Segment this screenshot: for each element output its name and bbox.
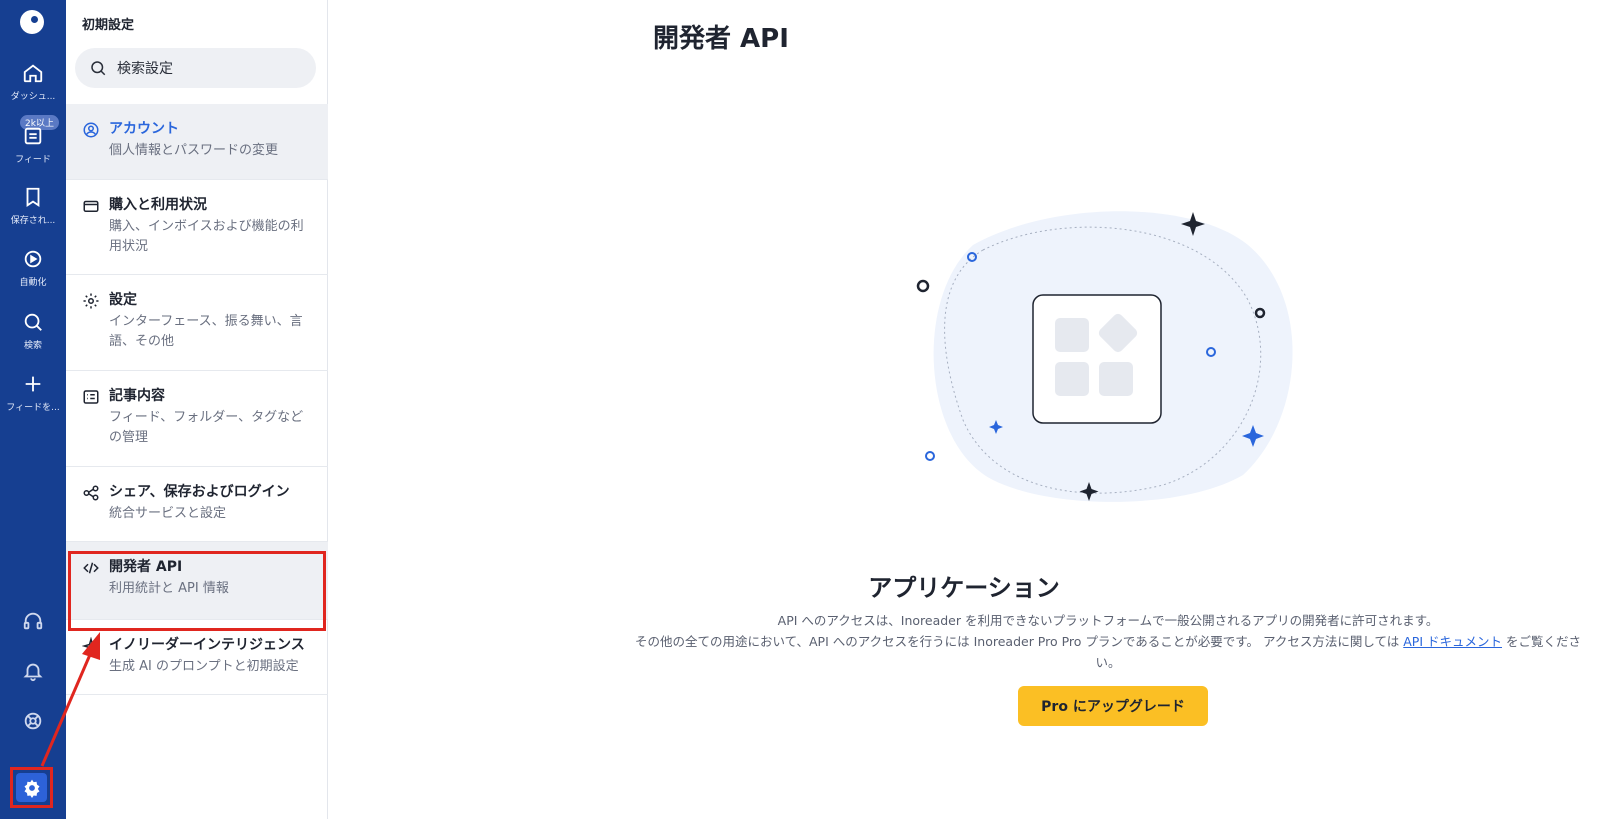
menu-item-content[interactable]: 記事内容 フィード、フォルダー、タグなどの管理 [66, 371, 328, 467]
menu-item-billing[interactable]: 購入と利用状況 購入、インボイスおよび機能の利用状況 [66, 180, 328, 275]
settings-search-input[interactable]: 検索設定 [75, 48, 316, 88]
home-icon [23, 64, 43, 83]
api-description: API へのアクセスは、Inoreader を利用できないプラットフォームで一般… [628, 610, 1588, 673]
rail-add-feed-label: フィードを... [6, 403, 60, 413]
menu-item-sub: インターフェース、振る舞い、言語、その他 [109, 314, 303, 349]
menu-item-title: シェア、保存およびログイン [109, 484, 290, 500]
menu-item-title: 記事内容 [109, 388, 165, 404]
rail-notifications[interactable] [0, 660, 66, 682]
tile [1055, 362, 1089, 396]
desc-line-2: その他の全ての用途において、API へのアクセスを行うには Inoreader … [635, 634, 1400, 649]
code-icon [83, 562, 99, 574]
feed-icon [24, 127, 42, 145]
api-illustration [916, 211, 1293, 502]
bell-icon [23, 663, 43, 682]
gear-icon [24, 779, 39, 798]
ring-dot [925, 451, 935, 461]
rail-feed[interactable]: フィード [0, 125, 66, 165]
menu-item-account[interactable]: アカウント 個人情報とパスワードの変更 [66, 104, 328, 180]
rail-settings-button[interactable] [10, 767, 53, 808]
search-icon [24, 313, 42, 331]
settings-menu: アカウント 個人情報とパスワードの変更 購入と利用状況 購入、インボイスおよび機… [66, 104, 328, 695]
menu-item-developer-api[interactable]: 開発者 API 利用統計と API 情報 [66, 542, 328, 620]
menu-item-sub: フィード、フォルダー、タグなどの管理 [109, 410, 304, 445]
inoreader-logo[interactable] [20, 10, 44, 34]
menu-item-sub: 利用統計と API 情報 [109, 581, 229, 596]
plus-icon [25, 376, 41, 392]
menu-item-sub: 購入、インボイスおよび機能の利用状況 [109, 219, 304, 254]
rail-dashboard-label: ダッシュ... [10, 92, 56, 102]
search-icon [91, 61, 106, 76]
menu-item-intelligence[interactable]: イノリーダーインテリジェンス 生成 AI のプロンプトと初期設定 [66, 620, 328, 695]
menu-item-title: アカウント [109, 121, 179, 137]
rail-dashboard[interactable]: ダッシュ... [0, 62, 66, 102]
desc-line-1: API へのアクセスは、Inoreader を利用できないプラットフォームで一般… [777, 613, 1439, 628]
card-icon [83, 200, 99, 212]
gear-icon [83, 293, 99, 309]
rail-search[interactable]: 検索 [0, 311, 66, 351]
menu-item-sub: 統合サービスと設定 [109, 506, 227, 521]
menu-item-preferences[interactable]: 設定 インターフェース、振る舞い、言語、その他 [66, 275, 328, 371]
menu-item-title: 開発者 API [109, 559, 183, 575]
rail-add-feed[interactable]: フィードを... [0, 373, 66, 413]
tile [1055, 318, 1089, 352]
rail-saved-label: 保存され... [10, 216, 56, 226]
rail-feed-label: フィード [15, 155, 51, 165]
tile [1099, 362, 1133, 396]
api-docs-link[interactable]: API ドキュメント [1403, 634, 1502, 649]
app-card [1032, 294, 1162, 424]
rail-search-label: 検索 [23, 341, 42, 351]
menu-item-title: 購入と利用状況 [109, 197, 207, 213]
headphones-icon [23, 612, 43, 630]
upgrade-to-pro-button[interactable]: Pro にアップグレード [1018, 686, 1208, 726]
ring-dot [916, 279, 930, 293]
app-rail: ダッシュ... 2k以上 フィード 保存され... 自動化 検索 フィードを..… [0, 0, 66, 819]
main-content: 開発者 API アプリケーション API へのアクセスは、Inoreader を… [328, 0, 1600, 819]
rail-automation-label: 自動化 [19, 278, 47, 288]
rail-support[interactable] [0, 610, 66, 632]
panel-title: 初期設定 [82, 18, 135, 33]
page-title: 開発者 API [653, 24, 789, 54]
rail-saved[interactable]: 保存され... [0, 186, 66, 226]
rail-automation[interactable]: 自動化 [0, 248, 66, 288]
menu-item-sub: 生成 AI のプロンプトと初期設定 [109, 659, 299, 674]
rail-help[interactable] [0, 710, 66, 732]
menu-item-title: 設定 [109, 292, 137, 308]
menu-item-integrations[interactable]: シェア、保存およびログイン 統合サービスと設定 [66, 467, 328, 542]
sparkle-icon [82, 637, 100, 655]
share-icon [83, 485, 99, 501]
user-circle-icon [83, 122, 99, 138]
menu-item-title: イノリーダーインテリジェンス [109, 637, 305, 653]
section-heading: アプリケーション [868, 574, 1060, 602]
bookmark-icon [26, 187, 40, 207]
settings-search-text: 検索設定 [117, 61, 173, 77]
help-icon [24, 712, 42, 730]
menu-item-sub: 個人情報とパスワードの変更 [109, 143, 279, 158]
automation-icon [24, 250, 42, 268]
settings-panel: 初期設定 検索設定 アカウント 個人情報とパスワードの変更 購入と利用状況 購入… [66, 0, 328, 819]
list-icon [83, 390, 99, 404]
